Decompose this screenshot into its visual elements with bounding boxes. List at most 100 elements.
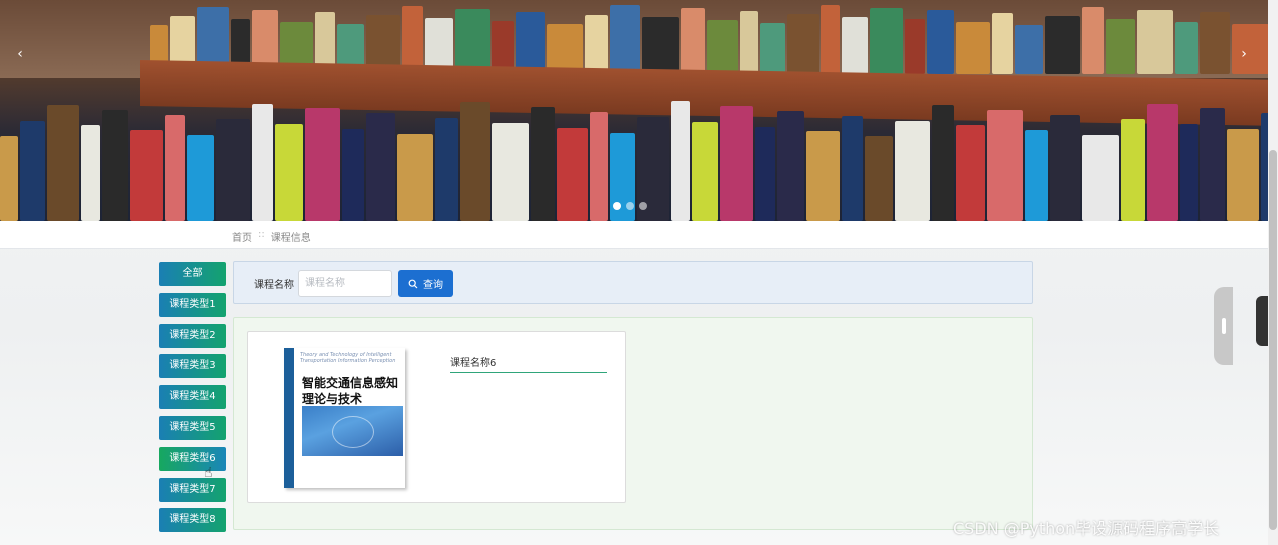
book-spine-decor — [681, 8, 705, 74]
page-scrollbar[interactable] — [1268, 0, 1278, 545]
category-button-8[interactable]: 课程类型8 — [159, 508, 226, 533]
book-spine-decor — [1050, 114, 1080, 221]
book-spine — [284, 348, 294, 488]
book-spine-decor — [787, 13, 819, 74]
book-spine-decor — [760, 22, 785, 74]
banner-next-arrow-icon[interactable]: › — [1236, 44, 1252, 64]
course-name-search-input[interactable] — [298, 270, 392, 297]
book-spine-decor — [671, 101, 690, 221]
book-spine-decor — [1121, 119, 1145, 221]
book-spine-decor — [585, 14, 608, 74]
hero-banner: ‹ › — [0, 0, 1268, 221]
category-button-3[interactable]: 课程类型3 — [159, 354, 226, 379]
book-spine-decor — [992, 13, 1013, 74]
search-button[interactable]: 查询 — [398, 270, 453, 297]
breadcrumb-current: 课程信息 — [270, 233, 311, 244]
search-icon — [408, 279, 418, 288]
book-spine-decor — [305, 108, 340, 221]
category-button-2[interactable]: 课程类型2 — [159, 323, 226, 348]
book-spine-decor — [1137, 9, 1173, 74]
book-spine-decor — [642, 17, 679, 74]
banner-dot[interactable] — [626, 202, 634, 210]
search-button-label: 查询 — [423, 280, 443, 291]
book-spine-decor — [740, 11, 758, 74]
book-spine-decor — [20, 120, 45, 221]
book-spine-decor — [397, 133, 433, 221]
book-spine-decor — [455, 8, 490, 74]
book-spine-decor — [870, 7, 903, 74]
book-spine-decor — [987, 109, 1023, 221]
book-spine-decor — [216, 119, 250, 221]
category-button-4[interactable]: 课程类型4 — [159, 385, 226, 410]
book-spine-decor — [1015, 25, 1043, 74]
book-spine-decor — [610, 5, 640, 74]
book-spine-decor — [1175, 21, 1198, 74]
banner-prev-arrow-icon[interactable]: ‹ — [12, 44, 28, 64]
category-sidebar: 全部 课程类型1 课程类型2 课程类型3 课程类型4 课程类型5 课程类型6 课… — [159, 262, 226, 539]
book-spine-decor — [435, 118, 458, 221]
book-spine-decor — [342, 129, 364, 221]
book-spine-decor — [1082, 135, 1119, 221]
category-button-7[interactable]: 课程类型7 — [159, 477, 226, 502]
book-spine-decor — [1261, 113, 1268, 221]
book-spine-decor — [1200, 108, 1225, 221]
breadcrumb-separator: :: — [258, 229, 265, 240]
breadcrumb-home-link[interactable]: 首页 — [232, 229, 252, 244]
book-spine-decor — [777, 110, 804, 221]
search-panel: 课程名称 查询 — [233, 261, 1033, 304]
book-spine-decor — [1180, 124, 1198, 221]
book-spine-decor — [905, 19, 925, 74]
book-spine-decor — [842, 115, 863, 221]
book-spine-decor — [707, 20, 738, 74]
cover-english-title: Theory and Technology of Intelligent Tra… — [300, 352, 396, 364]
banner-dot[interactable] — [639, 202, 647, 210]
category-button-1[interactable]: 课程类型1 — [159, 292, 226, 317]
book-spine-decor — [1106, 18, 1135, 74]
cover-title: 智能交通信息感知理论与技术 — [302, 376, 399, 406]
book-spine-decor — [755, 126, 775, 221]
cover-artwork — [302, 406, 403, 456]
book-spine-decor — [956, 125, 985, 221]
scrollbar-thumb[interactable] — [1269, 150, 1277, 530]
category-button-all[interactable]: 全部 — [159, 262, 226, 286]
book-spine-decor — [1025, 130, 1048, 221]
book-spine-decor — [590, 112, 608, 221]
book-spine-decor — [531, 107, 555, 221]
book-spine-decor — [720, 106, 753, 221]
book-spine-decor — [252, 103, 273, 221]
banner-dot[interactable] — [613, 202, 621, 210]
book-spine-decor — [460, 102, 490, 221]
course-name[interactable]: 课程名称6 — [450, 354, 607, 373]
course-card[interactable]: Theory and Technology of Intelligent Tra… — [247, 331, 626, 503]
book-spine-decor — [130, 130, 163, 221]
book-spine-decor — [932, 104, 954, 221]
book-spine-decor — [47, 104, 79, 221]
book-spine-decor — [1147, 103, 1178, 221]
book-spine-decor — [81, 125, 100, 221]
book-spine-decor — [806, 131, 840, 221]
course-cover-image[interactable]: Theory and Technology of Intelligent Tra… — [284, 348, 405, 488]
book-spine-decor — [275, 124, 303, 221]
book-spine-decor — [821, 4, 840, 74]
breadcrumb: 首页 :: 课程信息 — [232, 229, 311, 244]
book-spine-decor — [165, 114, 185, 221]
search-label: 课程名称 — [254, 280, 294, 291]
book-spine-decor — [1045, 15, 1080, 74]
book-spine-decor — [102, 109, 128, 221]
category-button-5[interactable]: 课程类型5 — [159, 415, 226, 440]
book-spine-decor — [956, 22, 990, 74]
book-spine-decor — [865, 136, 893, 221]
book-spine-decor — [187, 135, 214, 221]
category-button-6[interactable]: 课程类型6 — [159, 446, 226, 471]
breadcrumb-bar: 首页 :: 课程信息 — [0, 221, 1268, 249]
book-spine-decor — [366, 113, 395, 221]
book-spine-decor — [895, 120, 930, 221]
book-spine-decor — [1227, 129, 1259, 221]
book-spine-decor — [1082, 6, 1104, 74]
csdn-watermark: CSDN @Python毕设源码程序高学长 — [953, 519, 1220, 538]
book-spine-decor — [1200, 12, 1230, 74]
book-spine-decor — [692, 121, 718, 221]
book-spine-decor — [842, 16, 868, 74]
floating-side-handle[interactable] — [1214, 287, 1233, 365]
book-spine-decor — [557, 127, 588, 221]
